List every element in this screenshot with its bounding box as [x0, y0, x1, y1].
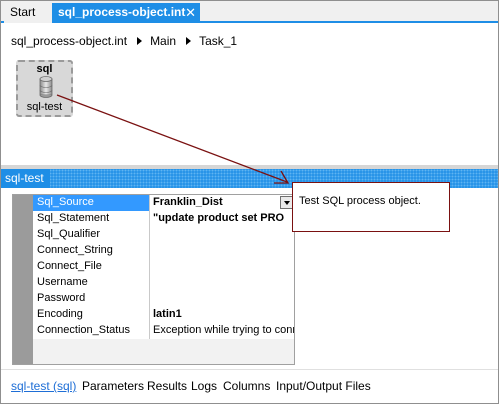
bottom-tab-bar: sql-test (sql) Parameters Results Logs C…	[1, 369, 498, 403]
property-value[interactable]	[150, 259, 294, 275]
property-name: Connection_Status	[33, 323, 150, 339]
tab-parameters[interactable]: Parameters	[82, 379, 144, 393]
tab-start[interactable]: Start	[4, 3, 52, 23]
node-type-label: sql	[36, 63, 53, 75]
grid-gutter	[13, 195, 33, 364]
tab-bar: Start sql_process-object.int ✕	[1, 1, 498, 23]
tab-input-output-files[interactable]: Input/Output Files	[276, 379, 371, 393]
tab-columns[interactable]: Columns	[223, 379, 270, 393]
property-value[interactable]	[150, 243, 294, 259]
editor-window: Start sql_process-object.int ✕ sql_proce…	[0, 0, 499, 404]
property-name: Sql_Source	[33, 195, 150, 211]
property-row[interactable]: Sql_Source Franklin_Dist	[33, 195, 294, 211]
property-name: Password	[33, 291, 150, 307]
breadcrumb-item-task[interactable]: Task_1	[199, 34, 237, 48]
tab-results[interactable]: Results	[147, 379, 187, 393]
property-grid: Sql_Source Franklin_Dist Sql_Statement "…	[12, 194, 295, 365]
breadcrumb: sql_process-object.int Main Task_1	[11, 32, 237, 50]
tab-sql-process-object[interactable]: sql_process-object.int ✕	[52, 3, 200, 23]
property-name: Sql_Qualifier	[33, 227, 150, 243]
property-name: Connect_String	[33, 243, 150, 259]
property-name: Connect_File	[33, 259, 150, 275]
tab-object[interactable]: sql-test (sql)	[11, 379, 76, 393]
property-row[interactable]: Username	[33, 275, 294, 291]
breadcrumb-item-main[interactable]: Main	[150, 34, 176, 48]
property-value[interactable]: "update product set PRO	[150, 211, 294, 227]
breadcrumb-arrow-icon	[137, 37, 143, 46]
property-name: Username	[33, 275, 150, 291]
property-row[interactable]: Password	[33, 291, 294, 307]
property-name: Encoding	[33, 307, 150, 323]
process-canvas[interactable]: sql sql-test	[1, 53, 498, 165]
node-name: sql-test	[26, 101, 63, 113]
breadcrumb-arrow-icon	[186, 37, 192, 46]
panel-title: sql-test	[1, 169, 50, 188]
property-row[interactable]: Connect_File	[33, 259, 294, 275]
property-value[interactable]: Exception while trying to conn	[150, 323, 294, 339]
property-row[interactable]: Sql_Statement "update product set PRO	[33, 211, 294, 227]
tab-label: sql_process-object.int	[58, 5, 186, 19]
property-row[interactable]: Encoding latin1	[33, 307, 294, 323]
tab-logs[interactable]: Logs	[191, 379, 217, 393]
breadcrumb-item-file[interactable]: sql_process-object.int	[11, 34, 127, 48]
property-row[interactable]: Sql_Qualifier	[33, 227, 294, 243]
property-value[interactable]	[150, 227, 294, 243]
sql-node[interactable]: sql sql-test	[16, 60, 73, 117]
database-icon	[39, 76, 53, 98]
close-icon[interactable]: ✕	[185, 3, 196, 22]
tab-label: Start	[10, 5, 36, 19]
property-name: Sql_Statement	[33, 211, 150, 227]
property-value[interactable]	[150, 275, 294, 291]
property-value[interactable]	[150, 291, 294, 307]
description-text: Test SQL process object.	[299, 195, 421, 207]
description-callout: Test SQL process object.	[292, 182, 450, 232]
property-row[interactable]: Connect_String	[33, 243, 294, 259]
property-value-sql-source[interactable]: Franklin_Dist	[150, 195, 294, 211]
property-value-text: Franklin_Dist	[153, 196, 223, 208]
property-row[interactable]: Connection_Status Exception while trying…	[33, 323, 294, 339]
property-value[interactable]: latin1	[150, 307, 294, 323]
